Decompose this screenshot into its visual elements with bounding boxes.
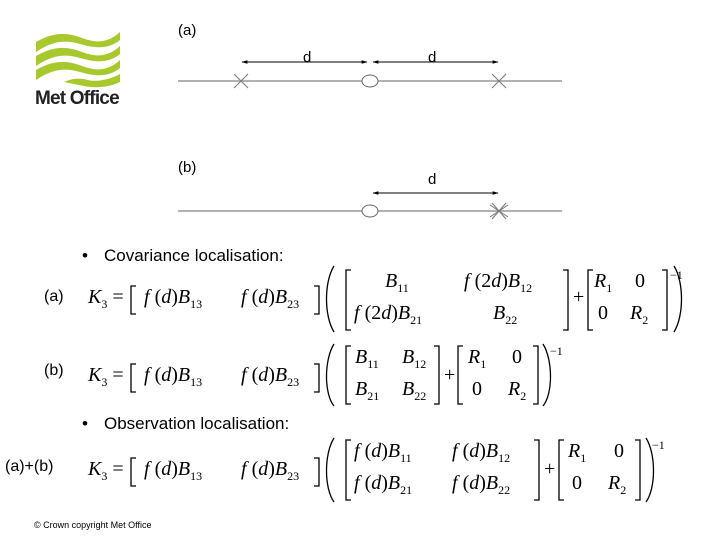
- matrix-cell: f (2d)B12: [464, 270, 533, 295]
- matrix-cell: f (2d)B21: [354, 302, 423, 327]
- logo-text: Met Office: [35, 88, 120, 109]
- state-circle-icon: [361, 204, 379, 218]
- copyright-footer: © Crown copyright Met Office: [34, 520, 152, 530]
- equation-ab: K3 = f (d)B13 f (d)B23 f (d)B11 f (d)B12…: [88, 434, 678, 506]
- localisation-diagram: (a) d d (b) d: [178, 22, 562, 220]
- inverse-power: −1: [670, 268, 683, 282]
- inverse-power: −1: [652, 438, 665, 452]
- waves-icon: [36, 32, 120, 88]
- met-office-logo: Met Office: [34, 30, 124, 116]
- distance-label-d: d: [303, 49, 311, 66]
- equation-b-label: (b): [44, 362, 64, 379]
- inverse-power: −1: [550, 344, 563, 358]
- equation-a-label: (a): [44, 288, 64, 305]
- observation-heading-text: Observation localisation:: [104, 414, 290, 433]
- matrix-cell: B11: [385, 270, 409, 295]
- diagram-b-label: (b): [178, 159, 196, 176]
- equation-ab-label: (a)+(b): [5, 458, 54, 475]
- matrix-cell: B22: [493, 302, 518, 327]
- state-circle-icon: [361, 74, 379, 88]
- distance-label-d: d: [428, 49, 436, 66]
- observation-heading: • Observation localisation:: [82, 414, 290, 433]
- distance-label-d: d: [428, 171, 436, 188]
- diagram-a-label: (a): [178, 22, 196, 39]
- equation-a: K3 = f (d)B13 f (d)B23 B11 f (2d)B12 f (…: [88, 262, 698, 337]
- equation-b: K3 = f (d)B13 f (d)B23 B11 B12 B21 B22 +…: [88, 340, 568, 410]
